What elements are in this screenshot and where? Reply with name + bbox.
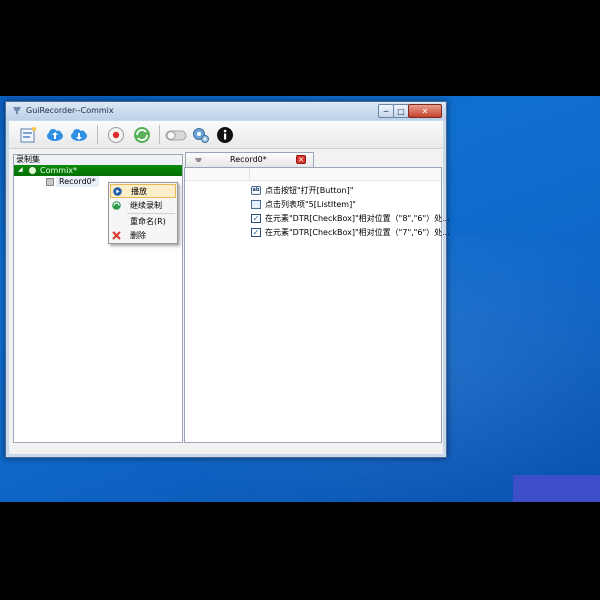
- close-icon: ✕: [421, 106, 429, 116]
- app-window: GuiRecorder--Commix ─ □ ✕ 录制集 ◢ Commix* …: [5, 101, 450, 458]
- app-icon: [13, 107, 21, 114]
- tab-label: Record0*: [230, 155, 267, 164]
- tab-record0[interactable]: Record0* ✕: [185, 152, 314, 167]
- step-text: 在元素"DTR[CheckBox]"相对位置（"8","6"）处...: [265, 214, 450, 223]
- play-icon: [113, 187, 122, 196]
- menu-item-rename[interactable]: 重命名(R): [110, 215, 176, 229]
- step-text: 在元素"DTR[CheckBox]"相对位置（"7","6"）处...: [265, 228, 450, 237]
- minimize-icon: ─: [383, 106, 389, 116]
- settings-gears-icon: [193, 127, 209, 143]
- new-record-icon: [20, 126, 36, 142]
- column-header: [185, 168, 441, 181]
- context-menu: 播放 继续录制 重命名(R) 删除: [108, 182, 178, 244]
- menu-item-continue-record[interactable]: 继续录制: [110, 199, 176, 213]
- toolbar: [9, 121, 443, 149]
- cloud-upload-icon: [47, 128, 63, 141]
- delete-icon: [112, 231, 121, 240]
- close-window-button[interactable]: ✕: [408, 104, 442, 118]
- record-editor: ab 点击按钮"打开[Button]" 点击列表项"5[ListItem]" ✓…: [184, 167, 450, 443]
- step-row[interactable]: ✓ 在元素"DTR[CheckBox]"相对位置（"7","6"）处...: [251, 226, 450, 239]
- cloud-download-button[interactable]: [68, 124, 90, 145]
- continue-record-icon: [112, 201, 121, 210]
- menu-item-label: 播放: [131, 187, 147, 196]
- column-separator: [249, 168, 250, 180]
- step-row[interactable]: ✓ 在元素"DTR[CheckBox]"相对位置（"8","6"）处...: [251, 212, 450, 225]
- ab-icon: ab: [251, 186, 261, 195]
- menu-item-label: 删除: [130, 231, 146, 240]
- tree-node-label: Record0*: [56, 176, 99, 187]
- tree-node-label: Commix*: [40, 166, 78, 175]
- collection-icon: [28, 166, 37, 175]
- menu-item-label: 重命名(R): [130, 217, 166, 226]
- toolbar-separator: [159, 125, 160, 144]
- taskbar-corner: [513, 475, 600, 502]
- info-icon: [217, 126, 233, 143]
- list-item-icon: [251, 200, 261, 209]
- title-bar: GuiRecorder--Commix ─ □ ✕: [6, 102, 446, 120]
- toggle-switch-icon: [165, 130, 187, 140]
- pane-title: 录制集: [14, 155, 182, 165]
- refresh-button[interactable]: [131, 124, 153, 145]
- toolbar-separator: [97, 125, 98, 144]
- checkbox-icon: ✓: [251, 214, 261, 223]
- info-button[interactable]: [214, 124, 236, 145]
- tab-close-icon[interactable]: ✕: [296, 155, 306, 164]
- menu-separator: [127, 213, 175, 214]
- checkbox-icon: ✓: [251, 228, 261, 237]
- maximize-button[interactable]: □: [393, 104, 409, 118]
- toggle-button[interactable]: [165, 124, 187, 145]
- window-title: GuiRecorder--Commix: [26, 106, 114, 115]
- cloud-upload-button[interactable]: [44, 124, 66, 145]
- record-button[interactable]: [105, 124, 127, 145]
- record-file-icon: [46, 178, 54, 186]
- tree-expander-icon[interactable]: ◢: [18, 166, 23, 173]
- step-row[interactable]: ab 点击按钮"打开[Button]": [251, 184, 441, 197]
- menu-item-label: 继续录制: [130, 201, 162, 210]
- step-text: 点击按钮"打开[Button]": [265, 186, 354, 195]
- settings-button[interactable]: [190, 124, 212, 145]
- refresh-icon: [134, 126, 150, 143]
- new-record-button[interactable]: [18, 124, 40, 145]
- record-button-icon: [108, 126, 124, 143]
- cloud-download-icon: [71, 128, 87, 141]
- menu-item-delete[interactable]: 删除: [110, 229, 176, 243]
- step-text: 点击列表项"5[ListItem]": [265, 200, 356, 209]
- maximize-icon: □: [397, 106, 405, 116]
- step-row[interactable]: 点击列表项"5[ListItem]": [251, 198, 441, 211]
- tree-node-commix[interactable]: ◢ Commix*: [14, 165, 182, 176]
- client-area: 录制集 ◢ Commix* Record0* Record0* ✕ ab 点击按…: [9, 121, 450, 454]
- menu-item-play[interactable]: 播放: [110, 184, 176, 198]
- record-tab-icon: [195, 158, 202, 162]
- minimize-button[interactable]: ─: [378, 104, 394, 118]
